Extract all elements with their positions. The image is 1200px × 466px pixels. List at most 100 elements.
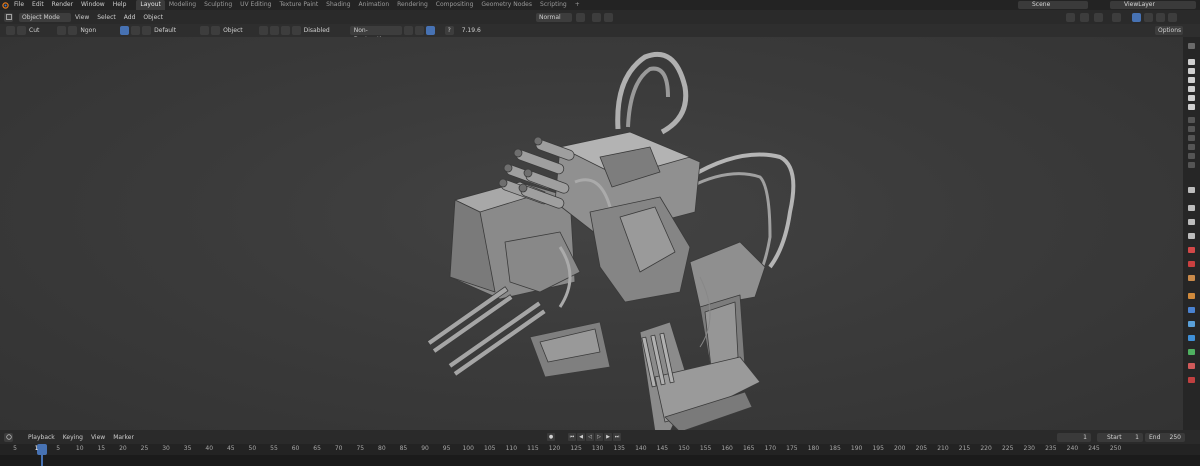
menu-playback[interactable]: Playback [24, 434, 59, 441]
collection-visibility-icon[interactable] [1188, 77, 1195, 83]
tab-modeling[interactable]: Modeling [165, 0, 200, 10]
tab-scripting[interactable]: Scripting [536, 0, 571, 10]
menu-render[interactable]: Render [48, 0, 77, 10]
collection-visibility-icon[interactable] [1188, 95, 1195, 101]
collection-visibility-icon[interactable] [1188, 144, 1195, 150]
material-properties-icon[interactable] [1188, 363, 1195, 369]
collection-visibility-icon[interactable] [1188, 59, 1195, 65]
tab-rendering[interactable]: Rendering [393, 0, 432, 10]
pivot-icon[interactable] [576, 12, 585, 22]
scene-properties-icon[interactable] [1188, 247, 1195, 253]
tab-sculpting[interactable]: Sculpting [200, 0, 236, 10]
tab-geometry-nodes[interactable]: Geometry Nodes [477, 0, 536, 10]
collection-visibility-icon[interactable] [1188, 126, 1195, 132]
physics-icon[interactable] [1188, 335, 1195, 341]
snap-edge-icon[interactable] [291, 26, 301, 35]
tab-texture-paint[interactable]: Texture Paint [275, 0, 322, 10]
add-workspace-button[interactable]: + [571, 0, 584, 10]
collection-visibility-icon[interactable] [1188, 162, 1195, 168]
tab-uv-editing[interactable]: UV Editing [236, 0, 275, 10]
mode-dropdown[interactable]: Object Mode [19, 12, 71, 22]
xray-icon[interactable] [1112, 12, 1121, 22]
menu-keying[interactable]: Keying [59, 434, 87, 441]
tool-properties-icon[interactable] [1188, 187, 1195, 193]
shading-rendered-icon[interactable] [1156, 12, 1165, 22]
collapse-icon[interactable] [1188, 43, 1195, 49]
orientation-dropdown[interactable]: Normal [536, 12, 572, 22]
shading-material-icon[interactable] [1144, 12, 1153, 22]
cut-through-icon[interactable] [120, 26, 130, 35]
menu-add[interactable]: Add [120, 14, 140, 21]
timeline-editor-type-icon[interactable] [4, 432, 13, 442]
collection-visibility-icon[interactable] [1188, 153, 1195, 159]
object-circle-icon[interactable] [211, 26, 221, 35]
tab-animation[interactable]: Animation [355, 0, 394, 10]
editor-type-icon[interactable] [4, 12, 13, 22]
play-reverse-icon[interactable]: ◁ [586, 433, 594, 441]
current-frame-field[interactable]: 1 [1057, 432, 1091, 442]
collection-properties-icon[interactable] [1188, 275, 1195, 281]
collection-visibility-icon[interactable] [1188, 104, 1195, 110]
visibility-icon[interactable] [1066, 12, 1075, 22]
view-layer-icon[interactable] [1188, 233, 1195, 239]
tab-compositing[interactable]: Compositing [432, 0, 478, 10]
shading-solid-icon[interactable] [1132, 12, 1141, 22]
play-forward-icon[interactable]: ▷ [595, 433, 603, 441]
menu-marker[interactable]: Marker [109, 434, 138, 441]
shading-wire-icon[interactable] [1168, 12, 1177, 22]
options-dropdown[interactable]: Options [1155, 26, 1183, 35]
gizmo-icon[interactable] [1080, 12, 1089, 22]
menu-help[interactable]: Help [109, 0, 131, 10]
timeline-ruler[interactable]: 5 1 5 10 15 20 25 30 35 40 45 50 55 60 65 70 75 80 85 90 95 1… [0, 444, 1200, 455]
object-properties-icon[interactable] [1188, 293, 1195, 299]
particles-icon[interactable] [1188, 321, 1195, 327]
snap-icon[interactable] [592, 12, 601, 22]
blender-logo-icon[interactable] [0, 0, 10, 10]
scene-selector[interactable]: Scene [1018, 1, 1088, 9]
dropdown-icon[interactable] [15, 433, 24, 442]
3d-viewport[interactable] [0, 37, 1183, 430]
start-frame-field[interactable]: Start 1 [1097, 432, 1143, 442]
timeline-track[interactable] [0, 455, 1200, 466]
menu-view[interactable]: View [71, 14, 93, 21]
mode-field[interactable]: Non-Destructive [349, 26, 402, 43]
end-frame-field[interactable]: End 250 [1145, 432, 1185, 442]
cut-tool-icon[interactable] [6, 26, 15, 35]
menu-edit[interactable]: Edit [28, 0, 48, 10]
ngon-toggle-icon[interactable] [68, 26, 78, 35]
jump-end-icon[interactable]: ⏭ [613, 433, 621, 441]
next-keyframe-icon[interactable]: ▶ [604, 433, 612, 441]
render-properties-icon[interactable] [1188, 205, 1195, 211]
collection-visibility-icon[interactable] [1188, 117, 1195, 123]
collection-visibility-icon[interactable] [1188, 86, 1195, 92]
material-icon[interactable] [131, 26, 141, 35]
collection-visibility-icon[interactable] [1188, 135, 1195, 141]
output-properties-icon[interactable] [1188, 219, 1195, 225]
overlay-icon[interactable] [1094, 12, 1103, 22]
view-layer-selector[interactable]: ViewLayer [1110, 1, 1196, 9]
modifier-properties-icon[interactable] [1188, 307, 1195, 313]
menu-select[interactable]: Select [93, 14, 120, 21]
pause-icon[interactable] [425, 26, 435, 35]
prev-keyframe-icon[interactable]: ◀ [577, 433, 585, 441]
jump-start-icon[interactable]: ⏮ [568, 433, 576, 441]
menu-object[interactable]: Object [139, 14, 167, 21]
object-mode-icon[interactable] [200, 26, 210, 35]
ngon-icon[interactable] [57, 26, 67, 35]
mech-model[interactable] [0, 37, 1183, 430]
tab-layout[interactable]: Layout [136, 0, 165, 10]
record-icon[interactable]: ● [547, 433, 555, 441]
snap-face-icon[interactable] [280, 26, 290, 35]
snap-grid-icon[interactable] [258, 26, 268, 35]
snap-vertex-icon[interactable] [269, 26, 279, 35]
help-icon[interactable]: ? [444, 26, 454, 35]
object-data-icon[interactable] [1188, 349, 1195, 355]
tab-shading[interactable]: Shading [322, 0, 354, 10]
texture-properties-icon[interactable] [1188, 377, 1195, 383]
mode-dropdown-icon[interactable] [403, 26, 413, 35]
cut-mode-icon[interactable] [17, 26, 26, 35]
lock-icon[interactable] [142, 26, 152, 35]
play-icon[interactable] [414, 26, 424, 35]
proportional-edit-icon[interactable] [604, 12, 613, 22]
collection-visibility-icon[interactable] [1188, 68, 1195, 74]
